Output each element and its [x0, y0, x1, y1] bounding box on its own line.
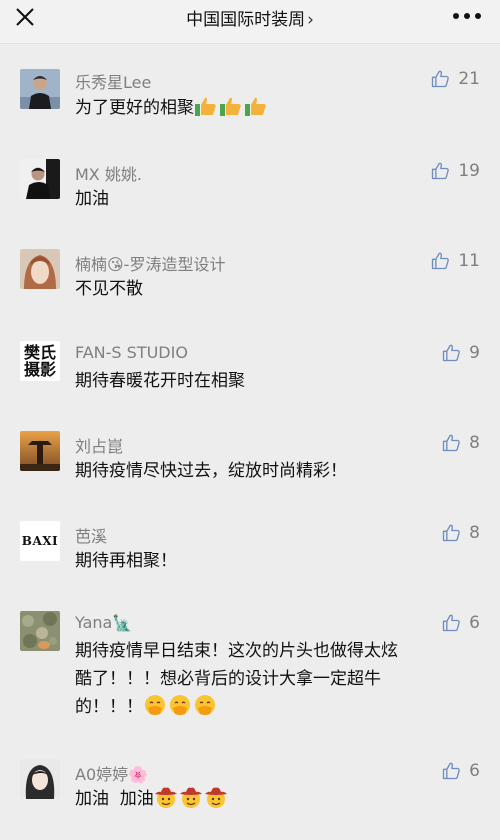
like-count: 6 — [469, 761, 480, 781]
comment-author[interactable]: 刘占崑 — [75, 433, 123, 457]
avatar-logo-text: 樊氏 摄影 — [23, 343, 56, 379]
comment-author[interactable]: A0婷婷🌸 — [75, 761, 148, 785]
avatar[interactable] — [20, 159, 60, 199]
comment-text-line: 酷了！！！想必背后的设计大拿一定超牛 — [75, 669, 381, 689]
comment-author[interactable]: 乐秀星Lee — [75, 69, 151, 93]
like-button[interactable]: 8 — [441, 433, 480, 453]
comment-author[interactable]: FAN-S STUDIO — [75, 343, 188, 362]
avatar[interactable] — [20, 431, 60, 471]
avatar[interactable]: BAXI — [20, 521, 60, 561]
hand-over-mouth-emoji-icon — [145, 695, 165, 715]
thumbs-up-emoji-icon — [220, 97, 241, 116]
thumbs-up-icon — [443, 434, 460, 452]
comment-text: 加油 — [75, 189, 109, 209]
comment-text: 加油 加油 — [75, 785, 475, 813]
comment-text: 为了更好的相聚 — [75, 94, 475, 122]
comment-author[interactable]: 楠楠😘-罗涛造型设计 — [75, 251, 225, 275]
more-icon[interactable] — [452, 12, 482, 20]
like-button[interactable]: 19 — [430, 161, 480, 181]
comment-text-line: 的！！！ — [75, 693, 475, 721]
comment-list: 乐秀星Lee 为了更好的相聚 21 MX 姚姚. 加油 19 楠楠😘-罗涛造型设… — [0, 44, 500, 840]
avatar[interactable] — [20, 759, 60, 799]
thumbs-up-icon — [443, 344, 460, 362]
cowboy-emoji-icon — [204, 787, 227, 808]
avatar[interactable] — [20, 249, 60, 289]
cowboy-emoji-icon — [179, 787, 202, 808]
thumbs-up-icon — [432, 252, 450, 270]
like-count: 21 — [458, 69, 480, 89]
like-button[interactable]: 6 — [441, 613, 480, 633]
comment-text-line: 期待疫情早日结束！这次的片头也做得太炫 — [75, 641, 398, 661]
comment-text: 期待春暖花开时在相聚 — [75, 371, 245, 391]
cowboy-emoji-icon — [154, 787, 177, 808]
like-button[interactable]: 21 — [430, 69, 480, 89]
thumbs-up-icon — [443, 524, 460, 542]
hand-over-mouth-emoji-icon — [195, 695, 215, 715]
avatar-logo-text: BAXI — [21, 534, 59, 548]
comment-text: 期待疫情尽快过去，绽放时尚精彩！ — [75, 461, 347, 481]
comment-text: 不见不散 — [75, 279, 143, 299]
hand-over-mouth-emoji-icon — [170, 695, 190, 715]
comment-text: 期待再相聚！ — [75, 551, 177, 571]
comment-text-content: 为了更好的相聚 — [75, 98, 194, 118]
avatar[interactable] — [20, 611, 60, 651]
comment-author[interactable]: 芭溪 — [75, 523, 107, 547]
comment-author[interactable]: Yana🗽 — [75, 613, 132, 632]
like-count: 11 — [458, 251, 480, 271]
thumbs-up-icon — [432, 162, 450, 180]
like-count: 6 — [469, 613, 480, 633]
page-title[interactable]: 中国国际时装周 › — [0, 5, 500, 30]
thumbs-up-emoji-icon — [195, 97, 216, 116]
like-button[interactable]: 9 — [441, 343, 480, 363]
like-button[interactable]: 6 — [441, 761, 480, 781]
avatar[interactable] — [20, 69, 60, 109]
thumbs-up-icon — [443, 614, 460, 632]
like-count: 8 — [469, 523, 480, 543]
thumbs-up-icon — [443, 762, 460, 780]
comment-text-content: 加油 加油 — [75, 789, 154, 809]
comment-text: 期待疫情早日结束！这次的片头也做得太炫 酷了！！！想必背后的设计大拿一定超牛 的… — [75, 637, 475, 721]
like-button[interactable]: 11 — [430, 251, 480, 271]
like-count: 19 — [458, 161, 480, 181]
chevron-right-icon: › — [307, 10, 314, 30]
thumbs-up-icon — [432, 70, 450, 88]
like-count: 8 — [469, 433, 480, 453]
avatar[interactable]: 樊氏 摄影 — [20, 341, 60, 381]
page-title-text: 中国国际时装周 — [186, 10, 306, 30]
like-button[interactable]: 8 — [441, 523, 480, 543]
navigation-bar: 中国国际时装周 › — [0, 0, 500, 44]
comment-author[interactable]: MX 姚姚. — [75, 161, 142, 185]
like-count: 9 — [469, 343, 480, 363]
thumbs-up-emoji-icon — [245, 97, 266, 116]
